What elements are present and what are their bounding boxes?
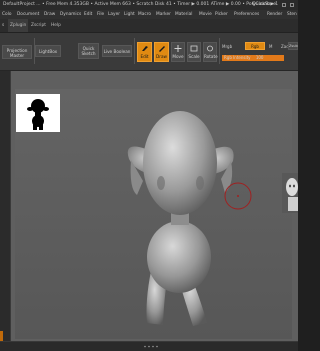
lightbox-button[interactable]: LightBox xyxy=(35,45,61,57)
brush-cursor-dot xyxy=(237,195,239,197)
scale-icon xyxy=(190,45,198,52)
draw-icon xyxy=(158,46,165,52)
rotate-label: Rotate xyxy=(204,54,218,59)
m-toggle[interactable]: M xyxy=(269,44,272,49)
edit-label: Edit xyxy=(140,54,149,59)
menu-item-color[interactable]: Colo xyxy=(2,10,11,19)
menu-item-help[interactable]: Help xyxy=(51,19,61,32)
sculpt-model[interactable] xyxy=(11,71,298,341)
menu-item-preferences[interactable]: Preferences xyxy=(234,10,259,19)
quicksave-button[interactable]: QuickSave xyxy=(252,0,276,10)
document-canvas[interactable] xyxy=(11,71,298,341)
body-sphere xyxy=(147,221,211,293)
menu-item-draw[interactable]: Draw xyxy=(44,10,55,19)
top-shelf: Projection Master LightBox Quick Sketch … xyxy=(0,33,298,71)
quick-sketch-button[interactable]: Quick Sketch xyxy=(78,43,99,59)
head-sphere xyxy=(143,111,217,215)
menu-item-edit[interactable]: Edit xyxy=(84,10,92,19)
live-boolean-label: Live Boolean xyxy=(103,49,131,54)
menu-item-movie[interactable]: Movie xyxy=(199,10,212,19)
menu-item-s[interactable]: s xyxy=(2,19,4,32)
toolbar-divider xyxy=(219,38,220,64)
title-text: DefaultProject ... • Free Mem 4.353GB • … xyxy=(3,2,279,7)
projection-master-button[interactable]: Projection Master xyxy=(2,45,32,59)
move-button[interactable]: Move xyxy=(171,42,185,62)
secondary-menu-bar: s Zplugin Zscript Help xyxy=(0,19,298,33)
menu-item-render[interactable]: Render xyxy=(267,10,282,19)
left-tray[interactable] xyxy=(0,71,11,343)
edit-brush-icon xyxy=(141,46,148,51)
draw-button[interactable]: Draw xyxy=(154,42,169,62)
rotate-button[interactable]: Rotate xyxy=(203,42,218,62)
scale-button[interactable]: Scale xyxy=(187,42,201,62)
menu-item-dynamics[interactable]: Dynamics xyxy=(60,10,81,19)
live-boolean-button[interactable]: Live Boolean xyxy=(102,45,132,57)
maximize-icon[interactable] xyxy=(282,3,286,7)
zsub-label: Zsub xyxy=(289,44,298,48)
zbrush-window: DefaultProject ... • Free Mem 4.353GB • … xyxy=(0,0,298,351)
rotate-icon xyxy=(207,45,213,52)
zsub-toggle[interactable]: Zsub xyxy=(288,42,298,50)
right-eye-socket xyxy=(196,176,204,190)
menu-item-stencil[interactable]: Sten xyxy=(287,10,297,19)
menu-item-file[interactable]: File xyxy=(97,10,104,19)
rgb-intensity-label: Rgb Intensity xyxy=(224,55,251,60)
draw-label: Draw xyxy=(156,54,167,59)
lightbox-label: LightBox xyxy=(38,49,58,54)
scale-label: Scale xyxy=(188,54,200,59)
menu-item-marker[interactable]: Marker xyxy=(156,10,171,19)
menu-item-zscript[interactable]: Zscript xyxy=(31,19,46,32)
projection-master-label: Projection Master xyxy=(6,48,28,58)
rgb-intensity-value: 100 xyxy=(255,55,264,60)
mrgb-toggle[interactable]: Mrgb xyxy=(222,44,232,49)
menu-item-material[interactable]: Material xyxy=(175,10,192,19)
title-bar: DefaultProject ... • Free Mem 4.353GB • … xyxy=(0,0,298,10)
toolbar-divider xyxy=(34,38,35,64)
menu-item-light[interactable]: Light xyxy=(124,10,135,19)
menu-item-zplugin[interactable]: Zplugin xyxy=(8,19,29,32)
rgb-toggle[interactable]: Rgb xyxy=(245,42,265,50)
rgb-intensity-slider[interactable]: Rgb Intensity 100 xyxy=(222,55,284,61)
menu-item-macro[interactable]: Macro xyxy=(138,10,151,19)
quick-sketch-label: Quick Sketch xyxy=(81,46,96,56)
left-eye-socket xyxy=(157,176,165,190)
menu-bar: Colo Document Draw Dynamics Edit File La… xyxy=(0,10,298,19)
menu-item-layer[interactable]: Layer xyxy=(108,10,120,19)
resize-handle-icon[interactable] xyxy=(143,345,159,348)
toolbar-divider xyxy=(134,38,135,64)
menu-item-document[interactable]: Document xyxy=(17,10,39,19)
close-window-icon[interactable] xyxy=(290,3,294,7)
menu-item-picker[interactable]: Picker xyxy=(215,10,228,19)
move-icon xyxy=(174,45,182,52)
reference-image xyxy=(282,173,298,213)
move-label: Move xyxy=(172,54,184,59)
rgb-label: Rgb xyxy=(251,44,259,49)
edit-button[interactable]: Edit xyxy=(137,42,152,62)
